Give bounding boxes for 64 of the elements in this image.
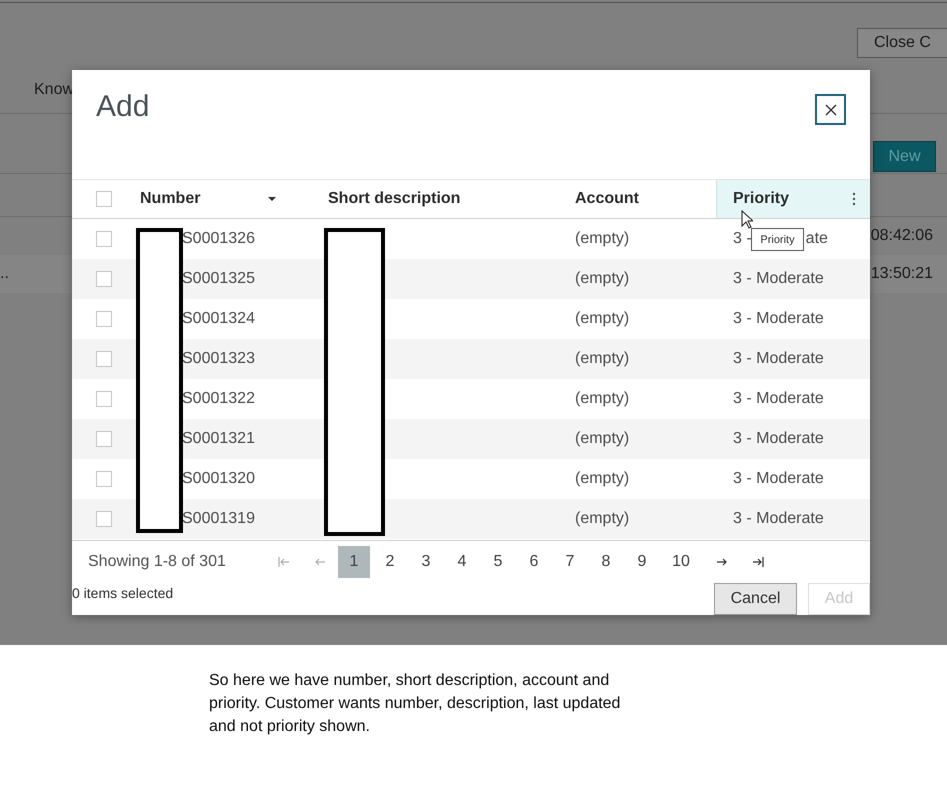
page-button[interactable]: 10 [662, 546, 700, 578]
row-checkbox[interactable] [96, 231, 112, 247]
close-case-button[interactable]: Close C [857, 28, 947, 58]
table-cell: 3 - Moderate [733, 270, 824, 288]
table-cell: 3 - Moderate [733, 470, 824, 488]
table-cell: (empty) [575, 270, 630, 288]
page-button[interactable]: 9 [626, 546, 658, 578]
select-all-checkbox[interactable] [96, 191, 112, 207]
table-cell: (empty) [575, 510, 630, 528]
table-cell: (empty) [575, 350, 630, 368]
dialog-title: Add [96, 90, 150, 124]
page-button[interactable]: 5 [482, 546, 514, 578]
table-cell: 3 - Moderate [733, 350, 824, 368]
pagination-summary: Showing 1-8 of 301 [88, 553, 227, 571]
row-checkbox[interactable] [96, 391, 112, 407]
close-button[interactable] [815, 94, 846, 125]
timestamp: 13:50:21 [870, 265, 933, 283]
table-cell: (empty) [575, 310, 630, 328]
more-options-icon[interactable] [852, 192, 856, 206]
page-button[interactable]: 7 [554, 546, 586, 578]
table-cell: S0001324 [182, 310, 255, 328]
page-button[interactable]: 1 [338, 546, 370, 578]
table-cell: S0001323 [182, 350, 255, 368]
table-cell: 3 - Moderate [733, 510, 824, 528]
row-checkbox[interactable] [96, 311, 112, 327]
column-header[interactable]: Account [575, 190, 639, 208]
table-cell: S0001326 [182, 230, 255, 248]
column-header[interactable]: Short description [328, 190, 460, 208]
table-cell: S0001321 [182, 430, 255, 448]
table-cell: 3 - [733, 230, 752, 248]
table-cell: (empty) [575, 390, 630, 408]
tab[interactable]: Know [34, 80, 74, 98]
tooltip: Priority [751, 228, 804, 251]
truncated-text: .. [0, 265, 9, 283]
table-cell: ate [806, 230, 828, 248]
row-checkbox[interactable] [96, 271, 112, 287]
table-cell: (empty) [575, 230, 630, 248]
selection-count: 0 items selected [72, 585, 174, 603]
page-button[interactable]: 3 [410, 546, 442, 578]
page-button[interactable]: 8 [590, 546, 622, 578]
table-cell: 3 - Moderate [733, 390, 824, 408]
row-checkbox[interactable] [96, 511, 112, 527]
table-cell: S0001322 [182, 390, 255, 408]
table-cell: S0001320 [182, 470, 255, 488]
column-header[interactable]: Priority [716, 180, 870, 218]
annotation-text: So here we have number, short description, account and priority. Customer wants number, description, last updated and not priority shown. [209, 671, 622, 737]
close-icon [824, 104, 836, 116]
table-cell: 3 - Moderate [733, 430, 824, 448]
table-cell: S0001325 [182, 270, 255, 288]
cancel-button[interactable]: Cancel [714, 583, 797, 615]
table-cell: S0001319 [182, 510, 255, 528]
table-cell: 3 - Moderate [733, 310, 824, 328]
row-checkbox[interactable] [96, 431, 112, 447]
row-checkbox[interactable] [96, 471, 112, 487]
row-checkbox[interactable] [96, 351, 112, 367]
table-cell: (empty) [575, 470, 630, 488]
sort-caret-icon[interactable] [268, 197, 276, 201]
timestamp: 08:42:06 [870, 227, 933, 245]
column-header[interactable]: Number [140, 190, 200, 208]
page-button[interactable]: 2 [374, 546, 406, 578]
page-button[interactable]: 4 [446, 546, 478, 578]
cursor-icon [741, 210, 753, 229]
table-cell: (empty) [575, 430, 630, 448]
page-button[interactable]: 6 [518, 546, 550, 578]
